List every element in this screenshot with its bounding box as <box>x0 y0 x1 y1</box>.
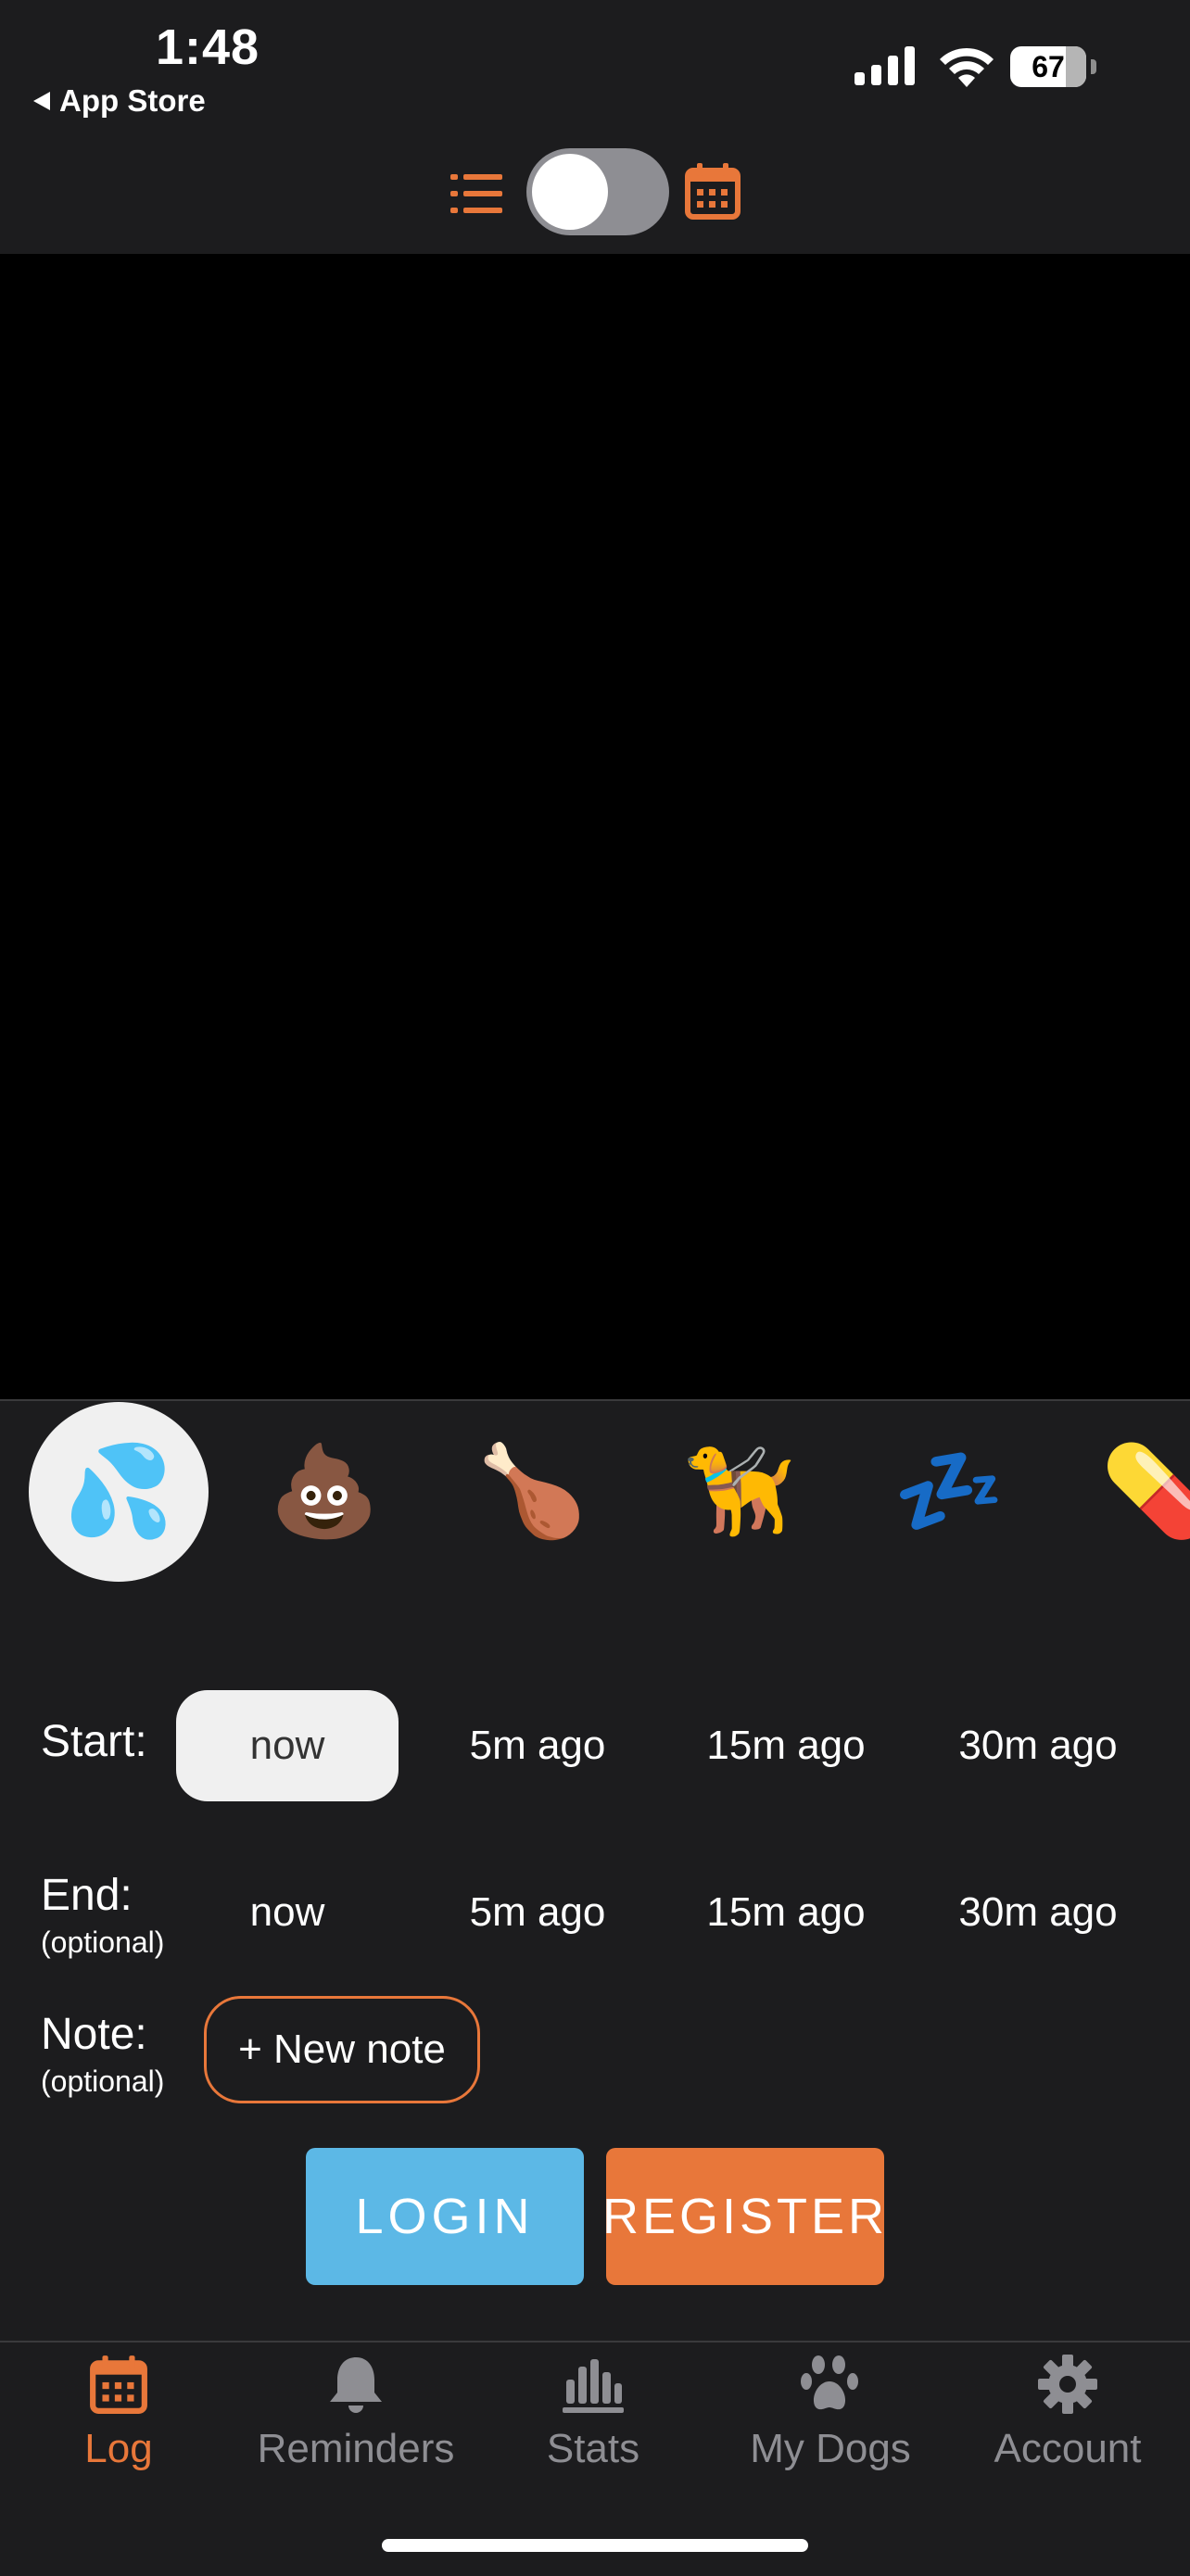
tab-stats[interactable]: Stats <box>475 2354 712 2493</box>
water-drops-icon: 💦 <box>63 1442 174 1541</box>
end-15m-chip[interactable]: 15m ago <box>675 1857 897 1968</box>
end-label: End: <box>41 1871 133 1920</box>
tab-reminders-label: Reminders <box>257 2426 455 2471</box>
start-15m-chip[interactable]: 15m ago <box>675 1690 897 1801</box>
register-button[interactable]: REGISTER <box>602 2148 884 2285</box>
tab-my-dogs-label: My Dogs <box>750 2426 911 2471</box>
category-sleep-button[interactable]: 💤 <box>858 1401 1040 1583</box>
category-food-button[interactable]: 🍗 <box>441 1401 623 1583</box>
drumstick-icon: 🍗 <box>476 1442 588 1541</box>
end-30m-chip[interactable]: 30m ago <box>927 1857 1149 1968</box>
wifi-icon <box>940 47 994 87</box>
end-optional-label: (optional) <box>41 1926 165 1959</box>
tab-reminders[interactable]: Reminders <box>237 2354 475 2493</box>
battery-level: 67 <box>1032 49 1065 83</box>
list-icon[interactable] <box>450 172 502 215</box>
login-button[interactable]: LOGIN <box>306 2148 584 2285</box>
cellular-signal-icon <box>855 44 915 85</box>
end-5m-chip[interactable]: 5m ago <box>426 1857 649 1968</box>
note-label: Note: <box>41 2010 147 2059</box>
toggle-knob <box>532 154 608 230</box>
log-list-area[interactable] <box>0 254 1190 1401</box>
activity-category-row[interactable]: 💦 💩 🍗 🦮 💤 💊 <box>0 1401 1190 1586</box>
bell-icon <box>330 2357 382 2413</box>
guide-dog-icon: 🦮 <box>684 1442 795 1541</box>
start-label: Start: <box>41 1717 147 1766</box>
new-note-button[interactable]: + New note <box>204 1996 480 2103</box>
paw-icon <box>801 2355 858 2410</box>
category-pee-button[interactable]: 💦 <box>28 1401 209 1583</box>
tab-my-dogs[interactable]: My Dogs <box>712 2354 949 2493</box>
bar-chart-icon <box>563 2359 624 2413</box>
zzz-icon: 💤 <box>893 1442 1005 1541</box>
back-label: App Store <box>59 83 206 118</box>
pill-icon: 💊 <box>1101 1442 1190 1541</box>
category-medicine-button[interactable]: 💊 <box>1066 1401 1190 1583</box>
tab-account[interactable]: Account <box>949 2354 1186 2493</box>
back-arrow-icon <box>33 92 50 110</box>
tab-log[interactable]: Log <box>0 2354 237 2493</box>
tab-stats-label: Stats <box>546 2426 640 2471</box>
end-now-chip[interactable]: now <box>176 1857 399 1968</box>
poop-icon: 💩 <box>269 1442 380 1541</box>
start-30m-chip[interactable]: 30m ago <box>927 1690 1149 1801</box>
calendar-icon[interactable] <box>684 161 741 221</box>
battery-tip <box>1091 59 1096 74</box>
home-indicator[interactable] <box>382 2539 808 2552</box>
back-to-app-store-link[interactable]: App Store <box>33 83 206 119</box>
status-time: 1:48 <box>156 19 260 75</box>
tab-account-label: Account <box>994 2426 1142 2471</box>
calendar-icon <box>90 2355 147 2414</box>
category-walk-button[interactable]: 🦮 <box>649 1401 830 1583</box>
note-optional-label: (optional) <box>41 2065 165 2098</box>
category-poop-button[interactable]: 💩 <box>234 1401 415 1583</box>
start-5m-chip[interactable]: 5m ago <box>426 1690 649 1801</box>
gear-icon <box>1038 2355 1097 2414</box>
tab-log-label: Log <box>84 2426 153 2471</box>
start-now-chip[interactable]: now <box>176 1690 399 1801</box>
